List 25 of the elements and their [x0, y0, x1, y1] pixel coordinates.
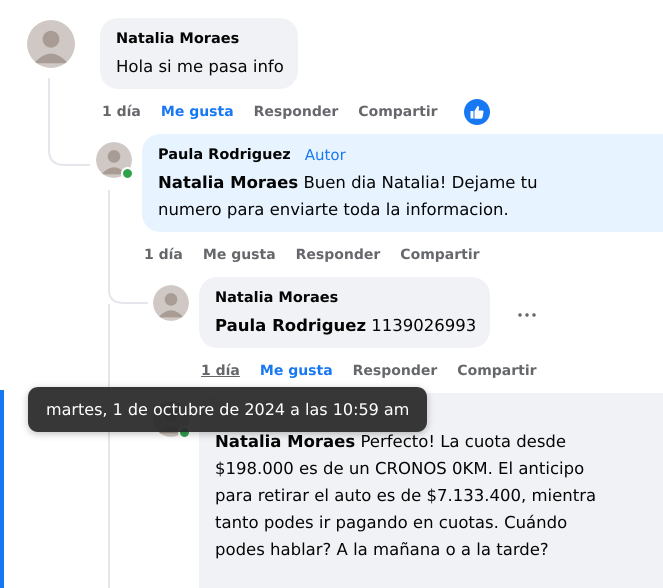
reply-link[interactable]: Responder — [352, 363, 438, 379]
timestamp-link[interactable]: 1 día — [144, 247, 183, 263]
timestamp-link[interactable]: 1 día — [102, 104, 141, 120]
comment-text: Paula Rodriguez 1139026993 — [215, 315, 476, 337]
like-reaction-icon[interactable] — [464, 99, 490, 125]
share-link[interactable]: Compartir — [400, 247, 480, 263]
avatar[interactable] — [96, 142, 132, 178]
author-label: Autor — [304, 146, 346, 164]
reply-link[interactable]: Responder — [296, 247, 380, 263]
like-link[interactable]: Me gusta — [202, 247, 276, 263]
share-link[interactable]: Compartir — [358, 104, 438, 120]
tooltip: martes, 1 de octubre de 2024 a las 10:59 am — [28, 387, 428, 432]
author-name[interactable]: Natalia Moraes — [116, 31, 240, 47]
comment-text: Hola si me pasa info — [116, 56, 284, 78]
avatar[interactable] — [27, 20, 75, 68]
author-name[interactable]: Natalia Moraes — [215, 290, 338, 306]
timestamp-link[interactable]: 1 día — [201, 363, 240, 379]
share-link[interactable]: Compartir — [457, 363, 537, 379]
author-name[interactable]: Paula Rodriguez — [158, 147, 291, 163]
comment-text: Natalia Moraes Buen dia Natalia! Dejame tu numero para enviarte toda la informacion. — [158, 172, 539, 221]
reply-link[interactable]: Responder — [254, 104, 338, 120]
comment-text: Natalia Moraes Perfecto! La cuota desde $198.000 es de un CRONOS 0KM. El anticipo para retirar el auto es de $7.133.400, mientra tanto podes ir pagando en cuotas. Cuándo podes hablar? A la mañana o a la tarde? — [215, 431, 598, 561]
avatar[interactable] — [153, 285, 189, 321]
like-link[interactable]: Me gusta — [160, 104, 234, 120]
like-link[interactable]: Me gusta — [260, 363, 333, 379]
